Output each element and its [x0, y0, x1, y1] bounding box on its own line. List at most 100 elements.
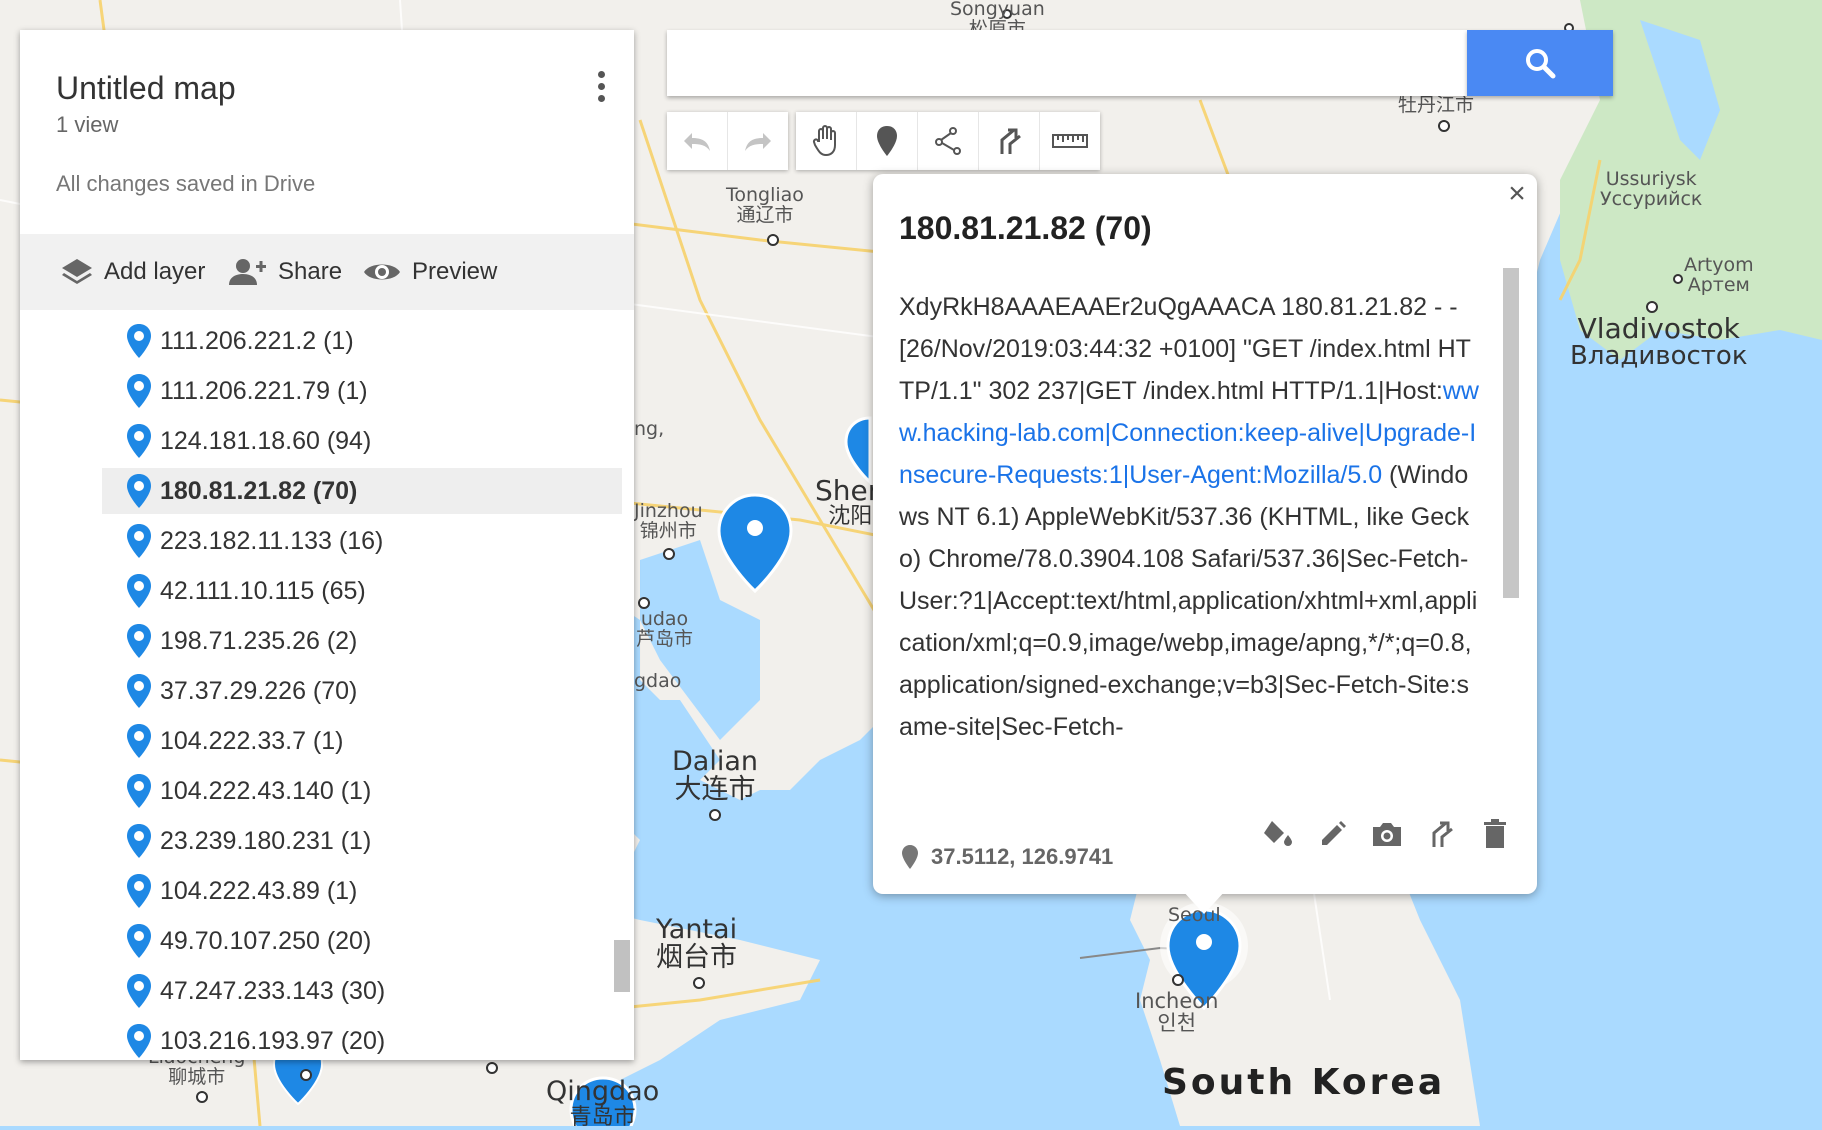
- map-label-tongliao: Tongliao 通辽市: [726, 184, 804, 226]
- blue-marker-icon: [127, 674, 151, 708]
- layer-item-label: 103.216.193.97 (20): [160, 1026, 386, 1055]
- layer-item-label: 223.182.11.133 (16): [160, 526, 384, 555]
- layer-list-item[interactable]: 42.111.10.115 (65): [102, 568, 622, 614]
- directions-to-button[interactable]: [1421, 814, 1461, 854]
- preview-button[interactable]: Preview: [362, 234, 497, 310]
- layer-list-item[interactable]: 124.181.18.60 (94): [102, 418, 622, 464]
- info-window-pointer: [1182, 890, 1226, 914]
- info-scrollbar[interactable]: [1503, 268, 1519, 598]
- pencil-icon: [1322, 821, 1346, 845]
- draw-line-button[interactable]: [918, 112, 979, 170]
- layer-list-item[interactable]: 111.206.221.2 (1): [102, 318, 622, 364]
- more-options-button[interactable]: [586, 66, 616, 110]
- map-label-mudanjiang: 牡丹江市: [1398, 94, 1475, 116]
- layer-item-label: 111.206.221.79 (1): [160, 376, 368, 405]
- layer-list-item[interactable]: 49.70.107.250 (20): [102, 918, 622, 964]
- add-directions-button[interactable]: [979, 112, 1040, 170]
- map-label-artyom: Artyom Артем: [1684, 254, 1754, 296]
- map-view-count: 1 view: [56, 112, 119, 137]
- ruler-icon: [1052, 134, 1088, 148]
- panel-toolbar: Add layer Share Preview: [20, 234, 634, 310]
- drawing-tools-group: [796, 112, 1100, 170]
- hand-icon: [812, 125, 836, 157]
- trash-icon: [1484, 819, 1506, 848]
- redo-icon: [745, 133, 771, 151]
- layer-item-label: 180.81.21.82 (70): [160, 476, 358, 505]
- close-icon: ×: [1508, 177, 1526, 210]
- share-button[interactable]: Share: [228, 234, 342, 310]
- layer-item-label: 49.70.107.250 (20): [160, 926, 372, 955]
- add-photo-button[interactable]: [1367, 814, 1407, 854]
- map-label-yantai: Yantai 烟台市: [656, 914, 738, 974]
- blue-marker-icon: [127, 324, 151, 358]
- undo-button[interactable]: [667, 112, 728, 170]
- preview-label: Preview: [412, 258, 498, 285]
- select-items-button[interactable]: [796, 112, 857, 170]
- blue-marker-icon: [127, 824, 151, 858]
- description-text-continued: (Windows NT 6.1) AppleWebKit/537.36 (KHT…: [899, 461, 1478, 741]
- map-label-jinzhou: Jinzhou 锦州市: [634, 500, 703, 542]
- map-label-dalian: Dalian 大连市: [672, 746, 758, 806]
- blue-marker-icon: [127, 474, 151, 508]
- undo-redo-group: [667, 112, 788, 170]
- redo-button[interactable]: [728, 112, 788, 170]
- layer-list-item[interactable]: 111.206.221.79 (1): [102, 368, 622, 414]
- coordinates-text: 37.5112, 126.9741: [931, 844, 1114, 869]
- camera-icon: [1373, 823, 1401, 846]
- search-button[interactable]: [1467, 30, 1613, 96]
- layer-list-item[interactable]: 180.81.21.82 (70): [102, 468, 622, 514]
- blue-marker-icon: [127, 724, 151, 758]
- map-label-vladivostok: Vladivostok Владивосток: [1570, 312, 1748, 372]
- layer-list-item[interactable]: 223.182.11.133 (16): [102, 518, 622, 564]
- layer-list-item[interactable]: 104.222.43.89 (1): [102, 868, 622, 914]
- layer-list-item[interactable]: 103.216.193.97 (20): [102, 1018, 622, 1060]
- layer-item-label: 47.247.233.143 (30): [160, 976, 386, 1005]
- layer-item-label: 104.222.43.140 (1): [160, 776, 372, 805]
- info-coordinates: 37.5112, 126.9741: [901, 844, 1113, 870]
- add-person-icon: [229, 259, 266, 285]
- layer-item-label: 104.222.43.89 (1): [160, 876, 358, 905]
- info-description: XdyRkH8AAAEAAEr2uQgAAACA 180.81.21.82 - …: [899, 286, 1479, 776]
- delete-button[interactable]: [1475, 814, 1515, 854]
- add-marker-button[interactable]: [857, 112, 918, 170]
- layers-icon: [62, 259, 92, 284]
- layer-list-item[interactable]: 23.239.180.231 (1): [102, 818, 622, 864]
- share-label: Share: [278, 258, 343, 285]
- blue-marker-icon: [127, 374, 151, 408]
- blue-marker-icon: [127, 524, 151, 558]
- search-icon: [1526, 49, 1556, 79]
- layer-list-item[interactable]: 104.222.43.140 (1): [102, 768, 622, 814]
- map-title[interactable]: Untitled map: [56, 70, 236, 107]
- blue-marker-icon: [127, 624, 151, 658]
- layer-list-item[interactable]: 47.247.233.143 (30): [102, 968, 622, 1014]
- layer-list-item[interactable]: 198.71.235.26 (2): [102, 618, 622, 664]
- blue-marker-icon: [127, 424, 151, 458]
- blue-marker-icon: [127, 574, 151, 608]
- location-pin-icon: [902, 845, 918, 869]
- layer-item-label: 111.206.221.2 (1): [160, 326, 354, 355]
- panel-scrollbar[interactable]: [614, 940, 630, 992]
- layer-list-item[interactable]: 104.222.33.7 (1): [102, 718, 622, 764]
- blue-marker-icon: [127, 874, 151, 908]
- map-label-incheon: Incheon 인천: [1135, 989, 1219, 1036]
- save-status: All changes saved in Drive: [56, 171, 316, 196]
- map-label-gdao: gdao: [634, 670, 682, 692]
- map-details-panel: Untitled map 1 view All changes saved in…: [20, 30, 634, 1060]
- blue-marker-icon: [127, 974, 151, 1008]
- edit-button[interactable]: [1313, 814, 1353, 854]
- undo-icon: [684, 133, 710, 151]
- measure-button[interactable]: [1040, 112, 1100, 170]
- search-input[interactable]: [667, 30, 1467, 96]
- map-label-south-korea: South Korea: [1162, 1062, 1446, 1103]
- style-button[interactable]: [1259, 814, 1299, 854]
- close-button[interactable]: ×: [1503, 177, 1531, 210]
- blue-marker-icon: [127, 924, 151, 958]
- map-label-udao: udao 芦岛市: [636, 608, 694, 650]
- eye-icon: [364, 264, 400, 280]
- draw-line-icon: [935, 127, 961, 155]
- description-text: XdyRkH8AAAEAAEr2uQgAAACA 180.81.21.82 - …: [899, 293, 1471, 405]
- layer-item-label: 198.71.235.26 (2): [160, 626, 358, 655]
- layer-list-item[interactable]: 37.37.29.226 (70): [102, 668, 622, 714]
- map-label-ussuriysk: Ussuriysk Уссурийск: [1600, 168, 1703, 210]
- add-layer-button[interactable]: Add layer: [60, 234, 205, 310]
